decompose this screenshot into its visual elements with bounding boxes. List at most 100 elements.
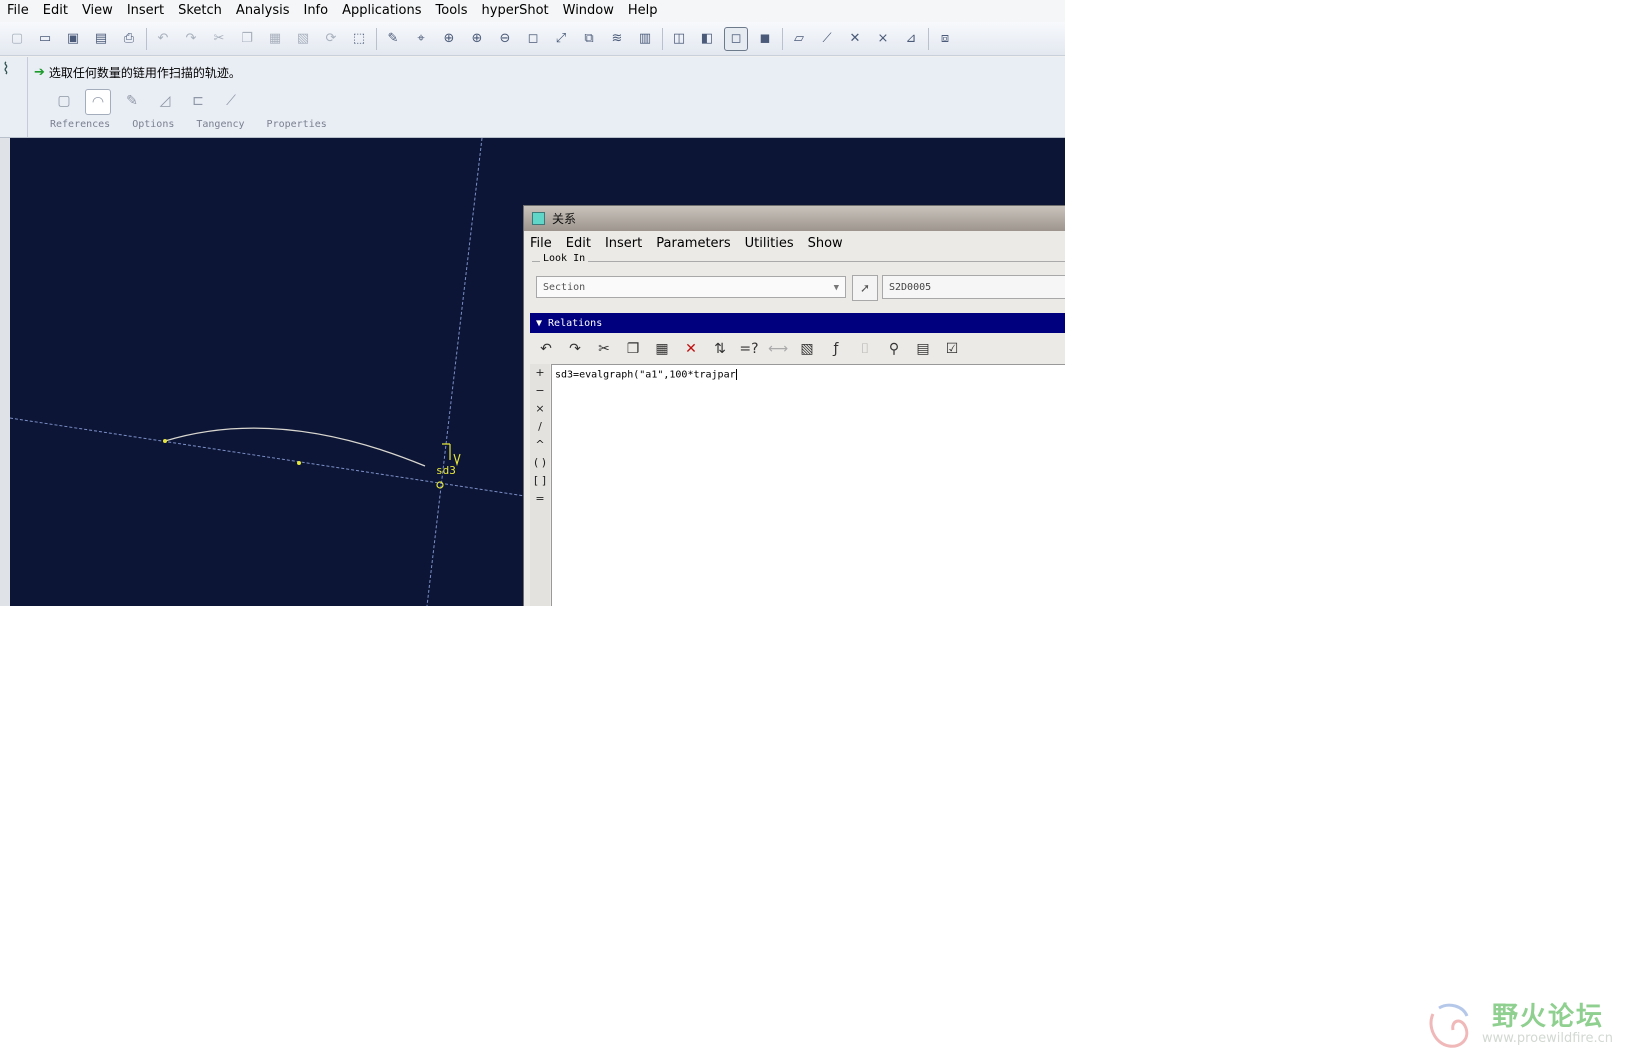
operator-power[interactable]: ^ [530, 436, 550, 454]
operator-minus[interactable]: − [530, 382, 550, 400]
view-manager-icon[interactable]: ▥ [634, 28, 656, 50]
named-view-icon[interactable]: ⧉ [578, 28, 600, 50]
vertical-centerline [426, 138, 483, 606]
insert-parameter-icon[interactable]: ▧ [795, 338, 819, 360]
remove-material-icon[interactable]: ◿ [153, 89, 177, 113]
menu-info[interactable]: Info [296, 0, 335, 22]
shading-icon[interactable]: ◼ [754, 28, 776, 50]
brackets-icon[interactable]: ⌷ [853, 338, 877, 360]
verify-icon[interactable]: ☑ [940, 338, 964, 360]
sketcher-icon[interactable]: ✎ [382, 28, 404, 50]
open-icon[interactable]: ▭ [34, 28, 56, 50]
insert-dimension-icon[interactable]: ⟷ [766, 338, 790, 360]
dialog-menu-parameters[interactable]: Parameters [656, 236, 730, 251]
operator-plus[interactable]: + [530, 364, 550, 382]
operator-multiply[interactable]: × [530, 400, 550, 418]
paste-special-icon[interactable]: ▧ [292, 28, 314, 50]
toolbar-separator [782, 27, 783, 50]
tab-references[interactable]: References [50, 119, 110, 130]
paste-icon[interactable]: ▦ [650, 338, 674, 360]
new-icon[interactable]: ▢ [6, 28, 28, 50]
hidden-line-icon[interactable]: ◧ [696, 28, 718, 50]
no-hidden-icon[interactable]: ◻ [724, 26, 748, 51]
menu-applications[interactable]: Applications [335, 0, 428, 22]
origin-point[interactable] [436, 481, 444, 489]
spin-center-icon[interactable]: ⧈ [934, 28, 956, 50]
cut-icon[interactable]: ✂ [208, 28, 230, 50]
look-in-group: Look In Section ▼ ➚ S2D0005 [532, 253, 1065, 310]
wireframe-icon[interactable]: ◫ [668, 28, 690, 50]
menu-edit[interactable]: Edit [36, 0, 75, 22]
sort-relations-icon[interactable]: ▤ [911, 338, 935, 360]
switch-dimensions-icon[interactable]: ⇅ [708, 338, 732, 360]
thicken-icon[interactable]: ⊏ [186, 89, 210, 113]
relations-section-header[interactable]: ▼ Relations [530, 313, 1065, 333]
copy-icon[interactable]: ❐ [236, 28, 258, 50]
curve-endpoint[interactable] [163, 439, 167, 443]
annotations-icon[interactable]: ⊿ [900, 28, 922, 50]
datum-axes-icon[interactable]: ⟋ [816, 28, 838, 50]
constant-section-icon[interactable]: ⟋ [219, 89, 243, 113]
menu-tools[interactable]: Tools [429, 0, 475, 22]
dialog-titlebar[interactable]: 关系 [524, 206, 1065, 231]
undo-icon[interactable]: ↶ [152, 28, 174, 50]
paste-icon[interactable]: ▦ [264, 28, 286, 50]
menu-window[interactable]: Window [556, 0, 621, 22]
tab-options[interactable]: Options [132, 119, 174, 130]
model-tree-strip[interactable] [0, 138, 10, 606]
select-pointer-button[interactable]: ➚ [852, 275, 878, 301]
look-in-select[interactable]: Section ▼ [536, 276, 846, 298]
menu-hypershot[interactable]: hyperShot [475, 0, 556, 22]
surface-icon[interactable]: ◠ [85, 89, 111, 115]
delete-icon[interactable]: ✕ [679, 338, 703, 360]
operator-divide[interactable]: / [530, 418, 550, 436]
function-icon[interactable]: ƒ [824, 338, 848, 360]
print-icon[interactable]: ⎙ [118, 28, 140, 50]
dimension-sd3[interactable]: sd3 [436, 464, 456, 477]
datum-points-icon[interactable]: ✕ [844, 28, 866, 50]
relations-editor[interactable]: sd3=evalgraph("a1",100*trajpar [551, 364, 1065, 606]
evaluate-icon[interactable]: =? [737, 338, 761, 360]
cut-icon[interactable]: ✂ [592, 338, 616, 360]
menu-sketch[interactable]: Sketch [171, 0, 229, 22]
redo-icon[interactable]: ↷ [563, 338, 587, 360]
menu-view[interactable]: View [75, 0, 120, 22]
zoom-fit-icon[interactable]: ⊕ [438, 28, 460, 50]
dialog-menu-utilities[interactable]: Utilities [745, 236, 794, 251]
datum-icon[interactable]: ⌖ [410, 28, 432, 50]
dialog-menu-insert[interactable]: Insert [605, 236, 642, 251]
layers-icon[interactable]: ≋ [606, 28, 628, 50]
zoom-in-icon[interactable]: ⊕ [466, 28, 488, 50]
prompt-arrow-icon: ➔ [34, 65, 45, 80]
save-copy-icon[interactable]: ▤ [90, 28, 112, 50]
find-icon[interactable]: ⚲ [882, 338, 906, 360]
sketch-section-icon[interactable]: ✎ [120, 89, 144, 113]
save-icon[interactable]: ▣ [62, 28, 84, 50]
reorient-icon[interactable]: ⤢ [550, 28, 572, 50]
menu-file[interactable]: File [0, 0, 36, 22]
menu-help[interactable]: Help [621, 0, 665, 22]
refit-icon[interactable]: ◻ [522, 28, 544, 50]
operator-parentheses[interactable]: ( ) [530, 454, 550, 472]
zoom-out-icon[interactable]: ⊖ [494, 28, 516, 50]
dialog-menu-edit[interactable]: Edit [566, 236, 591, 251]
look-in-item-field[interactable]: S2D0005 [882, 275, 1065, 299]
copy-icon[interactable]: ❐ [621, 338, 645, 360]
dialog-menu-show[interactable]: Show [808, 236, 843, 251]
redo-icon[interactable]: ↷ [180, 28, 202, 50]
menu-analysis[interactable]: Analysis [229, 0, 297, 22]
csys-icon[interactable]: ⨯ [872, 28, 894, 50]
midpoint[interactable] [297, 461, 301, 465]
undo-icon[interactable]: ↶ [534, 338, 558, 360]
operator-equals[interactable]: = [530, 490, 550, 508]
operator-brackets[interactable]: [ ] [530, 472, 550, 490]
tab-properties[interactable]: Properties [267, 119, 327, 130]
regenerate-icon[interactable]: ⟳ [320, 28, 342, 50]
toolbar-separator [376, 27, 377, 50]
solid-icon[interactable]: ▢ [52, 89, 76, 113]
menu-insert[interactable]: Insert [120, 0, 171, 22]
dialog-menu-file[interactable]: File [530, 236, 552, 251]
datum-planes-icon[interactable]: ▱ [788, 28, 810, 50]
tab-tangency[interactable]: Tangency [196, 119, 244, 130]
select-box-icon[interactable]: ⬚ [348, 28, 370, 50]
